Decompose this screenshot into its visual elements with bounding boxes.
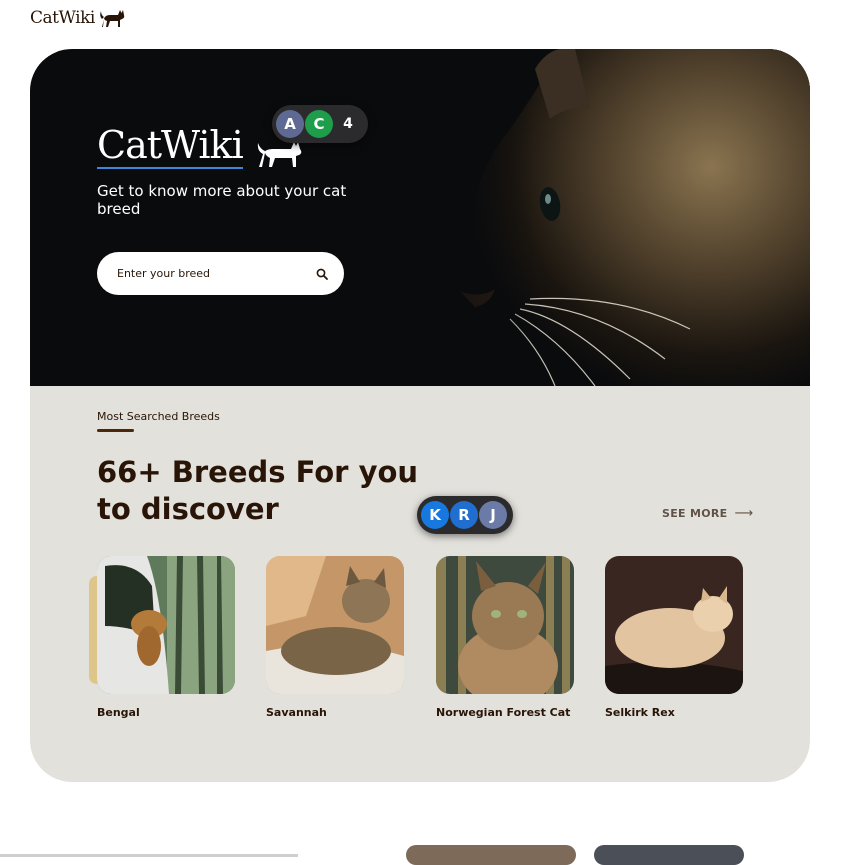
section-label: Most Searched Breeds	[97, 410, 220, 423]
presence-avatar[interactable]: R	[450, 501, 478, 529]
breed-card-image-bengal[interactable]	[97, 556, 235, 694]
presence-count[interactable]: 4	[334, 116, 362, 132]
breeds-heading: 66+ Breeds For you to discover	[97, 455, 419, 526]
presence-indicator-top[interactable]: A C 4	[272, 105, 368, 143]
selkirk-rex-photo	[605, 556, 743, 694]
presence-avatar[interactable]: C	[305, 110, 333, 138]
breed-search[interactable]	[97, 252, 344, 295]
hero-tagline: Get to know more about your cat breed	[97, 182, 347, 218]
bottom-cat-image	[594, 845, 744, 865]
breed-card-name[interactable]: Norwegian Forest Cat	[436, 706, 570, 719]
header-logo[interactable]: CatWiki	[30, 6, 126, 30]
norwegian-forest-cat-photo	[436, 556, 574, 694]
hero-logo-wordmark: CatWiki	[97, 123, 244, 169]
breed-card-name[interactable]: Selkirk Rex	[605, 706, 675, 719]
hero-section: CatWiki Get to know more about your cat …	[30, 49, 810, 386]
see-more-link[interactable]: SEE MORE ⟶	[662, 506, 753, 521]
breed-card-name[interactable]: Savannah	[266, 706, 327, 719]
savannah-photo	[266, 556, 404, 694]
search-icon[interactable]	[316, 268, 328, 280]
presence-avatar[interactable]: J	[479, 501, 507, 529]
presence-avatar[interactable]: A	[276, 110, 304, 138]
breed-search-input[interactable]	[115, 266, 299, 281]
presence-indicator-mid[interactable]: K R J	[417, 496, 513, 534]
bottom-cat-image	[406, 845, 576, 865]
breed-card-image-savannah[interactable]	[266, 556, 404, 694]
bengal-photo	[97, 556, 235, 694]
see-more-label: SEE MORE	[662, 507, 728, 520]
breed-card-image-selkirk-rex[interactable]	[605, 556, 743, 694]
hero-cat-photo	[390, 49, 810, 386]
hero-cat-icon	[257, 142, 302, 167]
cat-logo-icon	[100, 10, 125, 27]
logo-wordmark: CatWiki	[30, 8, 95, 28]
section-underline	[97, 429, 134, 432]
breed-card-image-norwegian-forest-cat[interactable]	[436, 556, 574, 694]
breeds-section: Most Searched Breeds 66+ Breeds For you …	[30, 386, 810, 782]
breed-card-name[interactable]: Bengal	[97, 706, 140, 719]
presence-avatar[interactable]: K	[421, 501, 449, 529]
arrow-right-icon: ⟶	[734, 506, 754, 521]
